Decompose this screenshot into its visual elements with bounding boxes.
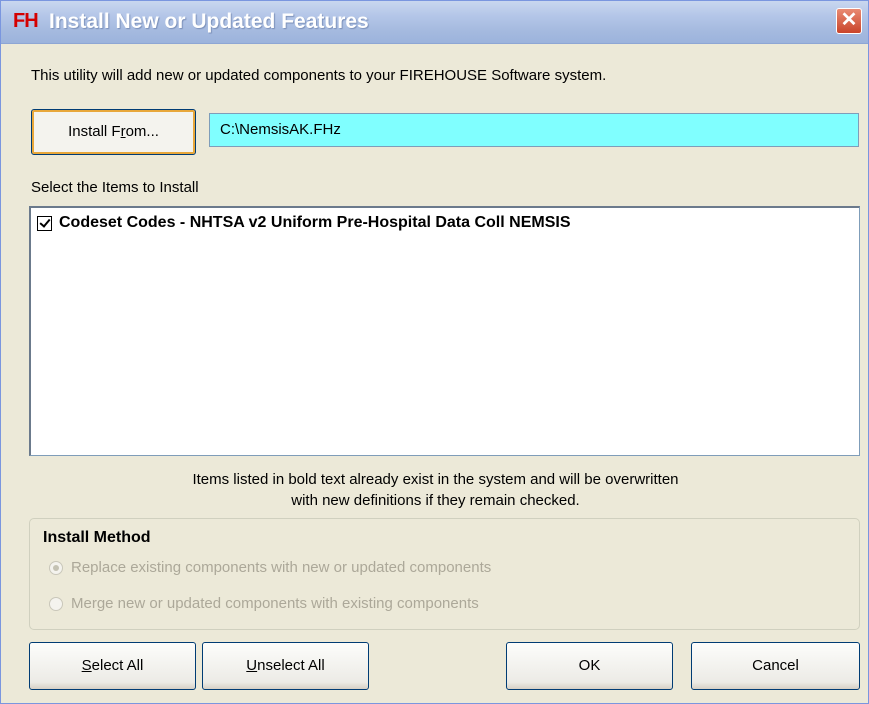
merge-radio[interactable] [49, 596, 63, 611]
install-method-group: Install Method Replace existing componen… [29, 518, 860, 630]
note-line-1: Items listed in bold text already exist … [192, 471, 679, 488]
select-all-label: elect All [91, 657, 144, 674]
ok-button[interactable]: OK [506, 642, 673, 690]
install-from-label-suffix: om... [125, 123, 159, 140]
firehouse-logo-icon: FH [13, 10, 39, 32]
item-checkbox[interactable] [37, 215, 52, 231]
merge-option[interactable]: Merge new or updated components with exi… [49, 595, 479, 612]
install-method-title: Install Method [43, 529, 151, 546]
window-title: Install New or Updated Features [49, 10, 369, 33]
items-section-label: Select the Items to Install [31, 179, 199, 196]
unselect-all-label: nselect All [257, 657, 325, 674]
select-all-button[interactable]: Select All [29, 642, 196, 690]
install-dialog: FH Install New or Updated Features ✕ Thi… [0, 0, 869, 704]
close-button[interactable]: ✕ [836, 8, 862, 34]
replace-option[interactable]: Replace existing components with new or … [49, 559, 491, 576]
replace-radio[interactable] [49, 560, 63, 575]
merge-option-label: Merge new or updated components with exi… [71, 595, 479, 612]
replace-option-label: Replace existing components with new or … [71, 559, 492, 576]
unselect-all-button[interactable]: Unselect All [202, 642, 369, 690]
list-item[interactable]: Codeset Codes - NHTSA v2 Uniform Pre-Hos… [37, 214, 570, 232]
title-bar[interactable]: FH Install New or Updated Features ✕ [1, 1, 868, 44]
unselect-all-mnemonic: U [246, 657, 258, 674]
select-all-mnemonic: S [81, 657, 92, 674]
note-line-2: with new definitions if they remain chec… [291, 492, 580, 509]
cancel-button[interactable]: Cancel [691, 642, 860, 690]
item-label: Codeset Codes - NHTSA v2 Uniform Pre-Hos… [59, 214, 571, 231]
install-from-label-prefix: Install F [68, 123, 121, 140]
install-path-field[interactable]: C:\NemsisAK.FHz [209, 113, 859, 147]
install-from-button[interactable]: Install From... [31, 109, 196, 155]
items-list[interactable]: Codeset Codes - NHTSA v2 Uniform Pre-Hos… [29, 206, 860, 456]
intro-text: This utility will add new or updated com… [31, 67, 607, 84]
